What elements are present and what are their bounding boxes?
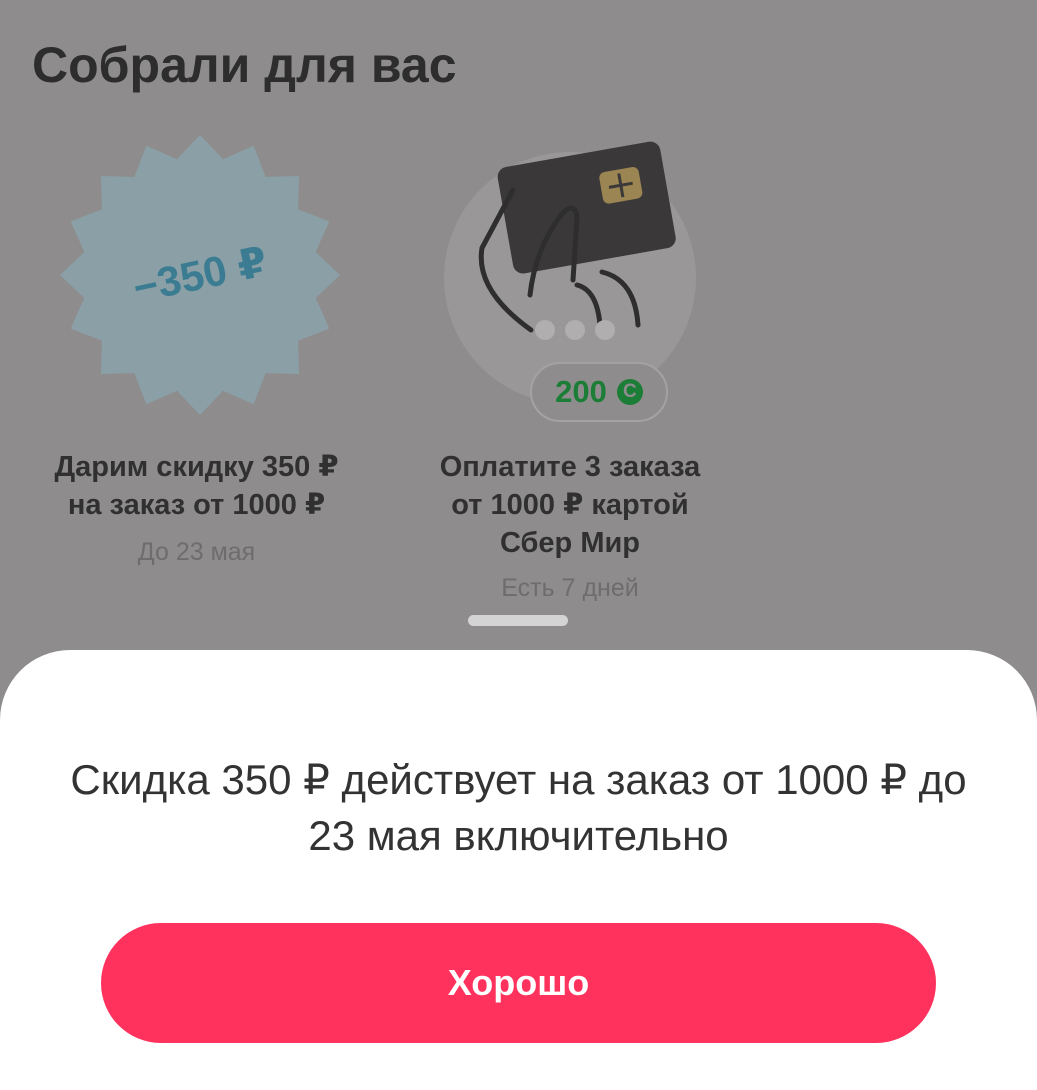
- offer-title-line: Дарим скидку 350 ₽: [54, 451, 339, 483]
- bottom-sheet: Скидка 350 ₽ действует на заказ от 1000 …: [0, 650, 1037, 1090]
- section-title: Собрали для вас: [32, 37, 457, 93]
- offer-title: Оплатите 3 заказа от 1000 ₽ картой Сбер …: [405, 448, 735, 562]
- discount-badge: −350 ₽: [60, 130, 340, 420]
- sheet-message: Скидка 350 ₽ действует на заказ от 1000 …: [70, 756, 967, 859]
- offer-title: Дарим скидку 350 ₽ на заказ от 1000 ₽: [30, 448, 363, 524]
- card-payment-illustration: 200 C: [435, 130, 705, 430]
- sber-spasibo-icon: C: [616, 379, 643, 405]
- points-value: 200: [555, 374, 607, 409]
- scroll-indicator[interactable]: [468, 615, 568, 626]
- offer-title-line: от 1000 ₽ картой: [451, 489, 689, 521]
- offer-deadline: Есть 7 дней: [501, 574, 639, 602]
- offer-title-line: Оплатите 3 заказа: [439, 451, 701, 483]
- ok-button[interactable]: Хорошо: [101, 923, 936, 1043]
- offer-title-line: Сбер Мир: [499, 527, 641, 559]
- offer-deadline: До 23 мая: [137, 538, 256, 566]
- points-badge: 200 C: [530, 362, 668, 422]
- offer-title-line: на заказ от 1000 ₽: [67, 489, 326, 521]
